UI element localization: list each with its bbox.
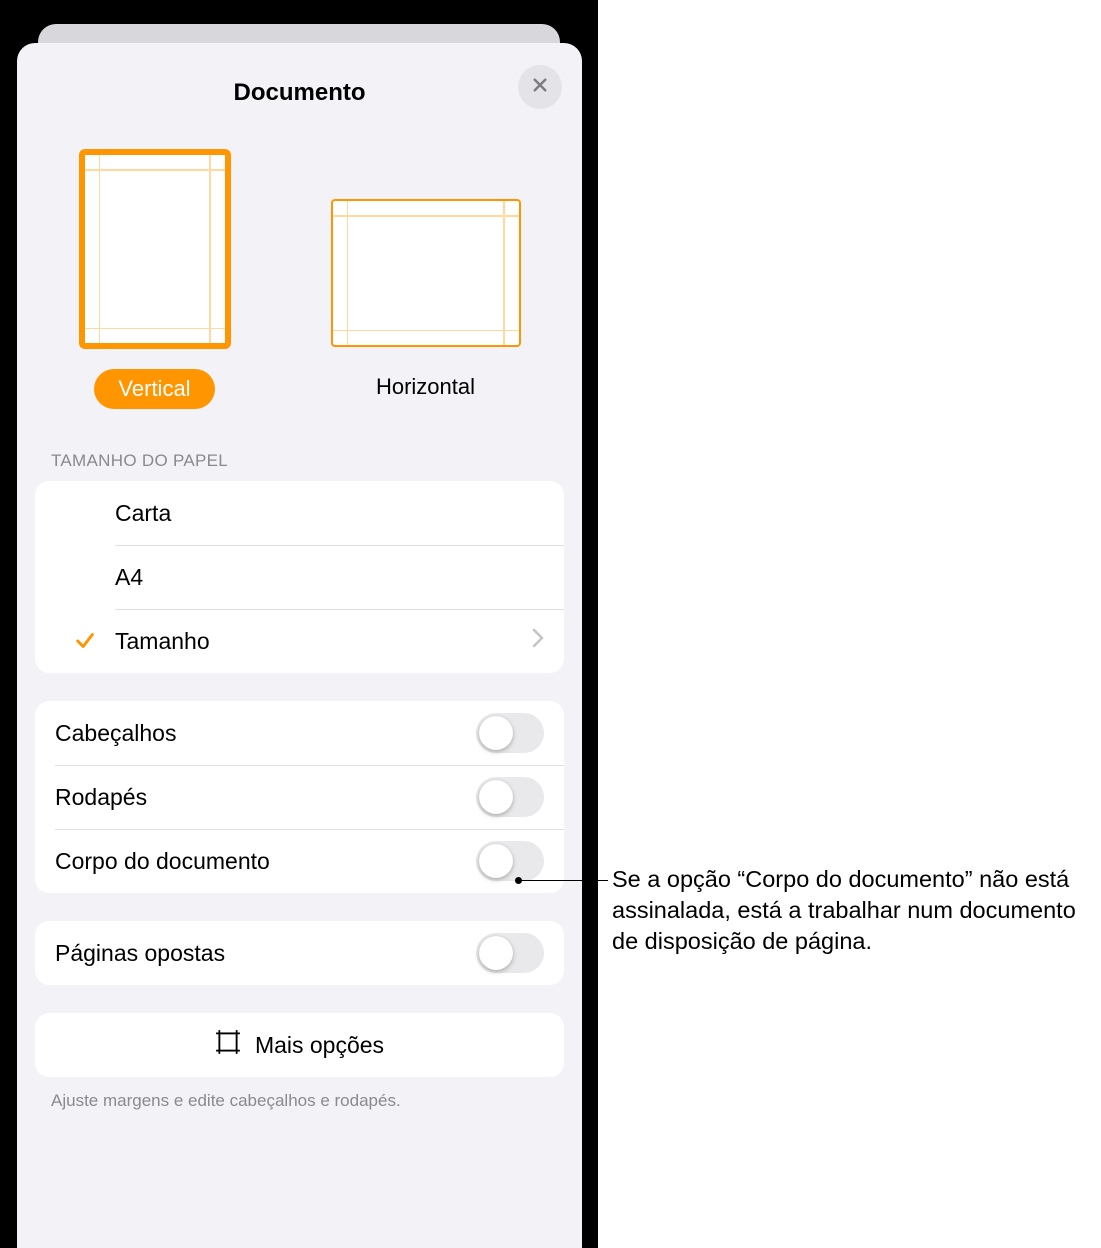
orientation-vertical[interactable]: Vertical <box>79 149 231 409</box>
more-options-button[interactable]: Mais opções <box>35 1013 564 1077</box>
callout-text: Se a opção “Corpo do documento” não está… <box>612 864 1092 957</box>
toggles-group: Cabeçalhos Rodapés Corpo do documento <box>35 701 564 893</box>
callout-leader-line <box>518 880 608 881</box>
paper-size-a4[interactable]: A4 <box>35 545 564 609</box>
close-button[interactable] <box>518 65 562 109</box>
callout-annotation: Se a opção “Corpo do documento” não está… <box>518 866 1092 957</box>
orientation-selector: Vertical Horizontal <box>17 149 582 409</box>
paper-size-label: A4 <box>115 564 544 591</box>
footer-note: Ajuste margens e edite cabeçalhos e roda… <box>51 1091 582 1111</box>
paper-size-section-header: Tamanho do Papel <box>51 451 582 471</box>
toggle-label: Corpo do documento <box>55 848 476 875</box>
orientation-horizontal-label: Horizontal <box>376 367 475 407</box>
facing-pages-group: Páginas opostas <box>35 921 564 985</box>
toggle-label: Páginas opostas <box>55 940 476 967</box>
crop-grid-icon <box>215 1029 241 1061</box>
orientation-vertical-label: Vertical <box>94 369 214 409</box>
document-settings-sheet: Documento Vertical Horizontal Tama <box>17 43 582 1248</box>
sheet-title: Documento <box>234 79 366 107</box>
paper-size-label: Tamanho <box>115 628 532 655</box>
sheet-header: Documento <box>17 65 582 121</box>
orientation-horizontal[interactable]: Horizontal <box>331 149 521 409</box>
toggle-row-footers: Rodapés <box>35 765 564 829</box>
toggle-label: Cabeçalhos <box>55 720 476 747</box>
checkmark-icon <box>55 630 115 652</box>
footers-toggle[interactable] <box>476 777 544 817</box>
page-thumb-landscape-icon <box>331 199 521 347</box>
paper-size-group: Carta A4 Tamanho <box>35 481 564 673</box>
toggle-row-facing-pages: Páginas opostas <box>35 921 564 985</box>
headers-toggle[interactable] <box>476 713 544 753</box>
more-options-label: Mais opções <box>255 1032 384 1059</box>
toggle-row-document-body: Corpo do documento <box>35 829 564 893</box>
app-stage: Documento Vertical Horizontal Tama <box>0 0 598 1248</box>
paper-size-custom[interactable]: Tamanho <box>35 609 564 673</box>
toggle-row-headers: Cabeçalhos <box>35 701 564 765</box>
page-thumb-portrait-icon <box>79 149 231 349</box>
paper-size-label: Carta <box>115 500 544 527</box>
close-icon <box>531 76 549 99</box>
toggle-label: Rodapés <box>55 784 476 811</box>
paper-size-carta[interactable]: Carta <box>35 481 564 545</box>
chevron-right-icon <box>532 628 544 654</box>
